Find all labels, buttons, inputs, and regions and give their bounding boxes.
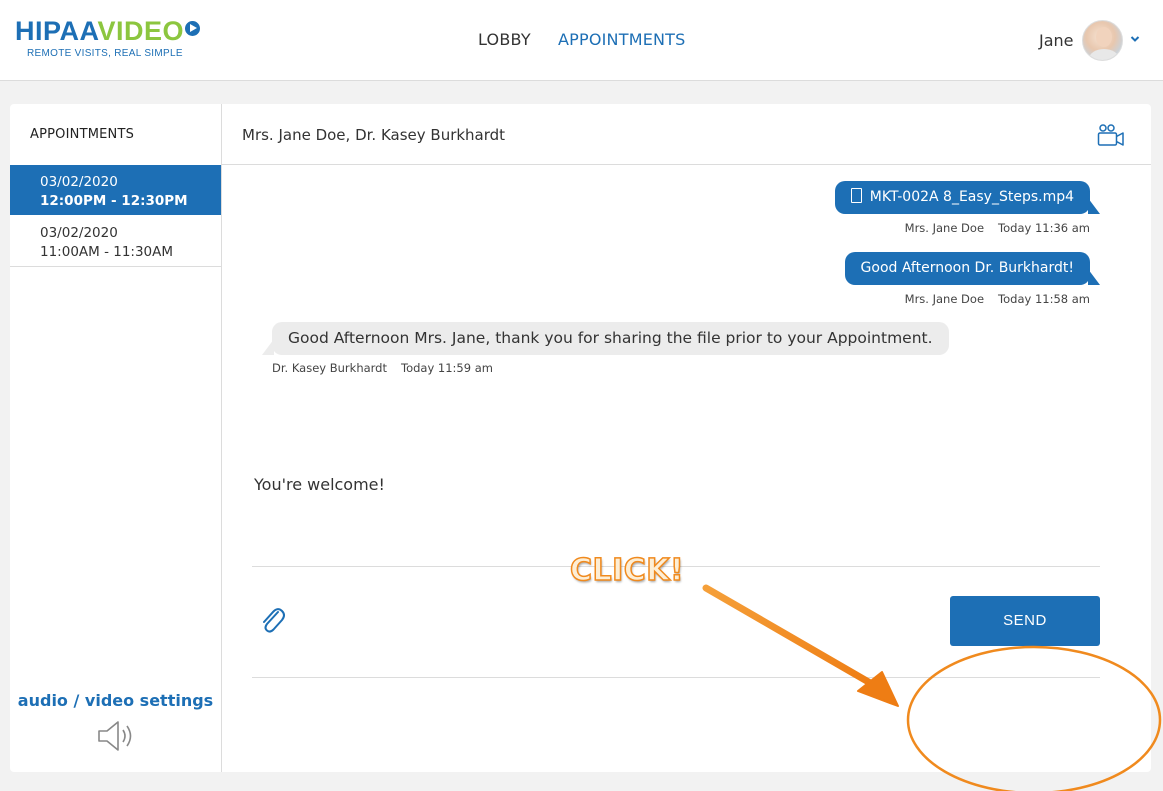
message-sender: Dr. Kasey Burkhardt bbox=[272, 361, 387, 375]
appointment-date: 03/02/2020 bbox=[40, 174, 118, 190]
appointment-time: 11:00AM - 11:30AM bbox=[40, 244, 174, 260]
message-time: Today 11:59 am bbox=[401, 361, 493, 375]
message-time: Today 11:36 am bbox=[998, 221, 1090, 235]
speaker-icon[interactable] bbox=[96, 718, 136, 754]
send-button[interactable]: SEND bbox=[950, 596, 1100, 646]
message-meta: Dr. Kasey Burkhardt Today 11:59 am bbox=[272, 361, 493, 375]
file-icon bbox=[850, 188, 862, 203]
avatar[interactable] bbox=[1082, 20, 1123, 61]
message-text: Good Afternoon Mrs. Jane, thank you for … bbox=[288, 329, 933, 347]
video-call-icon[interactable] bbox=[1097, 123, 1125, 147]
hipaa-video-logo[interactable]: HIPAAVIDEO REMOTE VISITS, REAL SIMPLE bbox=[15, 16, 201, 64]
appointments-sidebar: APPOINTMENTS 03/02/2020 12:00PM - 12:30P… bbox=[10, 104, 222, 772]
user-name[interactable]: Jane bbox=[1039, 31, 1074, 50]
logo-play-icon bbox=[185, 21, 201, 36]
message-time: Today 11:58 am bbox=[998, 292, 1090, 306]
message-input[interactable]: You're welcome! bbox=[254, 475, 385, 494]
message-bubble-outgoing: Good Afternoon Dr. Burkhardt! bbox=[844, 252, 1101, 285]
appointment-date: 03/02/2020 bbox=[40, 225, 118, 241]
logo-tagline: REMOTE VISITS, REAL SIMPLE bbox=[27, 48, 183, 59]
top-bar: HIPAAVIDEO REMOTE VISITS, REAL SIMPLE LO… bbox=[0, 0, 1163, 81]
chat-header: Mrs. Jane Doe, Dr. Kasey Burkhardt bbox=[222, 104, 1151, 165]
message-meta: Mrs. Jane Doe Today 11:58 am bbox=[905, 292, 1090, 306]
message-bubble-incoming: Good Afternoon Mrs. Jane, thank you for … bbox=[262, 322, 949, 355]
message-sender: Mrs. Jane Doe bbox=[904, 221, 985, 235]
message-sender: Mrs. Jane Doe bbox=[904, 292, 985, 306]
composer-bottom-divider bbox=[252, 677, 1100, 678]
logo-wordmark: HIPAAVIDEO bbox=[15, 16, 201, 46]
paperclip-icon[interactable] bbox=[258, 604, 286, 634]
appointment-item[interactable]: 03/02/2020 11:00AM - 11:30AM bbox=[10, 216, 221, 267]
nav-lobby[interactable]: LOBBY bbox=[478, 30, 531, 49]
nav-appointments[interactable]: APPOINTMENTS bbox=[558, 30, 686, 49]
file-name: MKT-002A 8_Easy_Steps.mp4 bbox=[869, 189, 1074, 205]
appointment-item-selected[interactable]: 03/02/2020 12:00PM - 12:30PM bbox=[10, 165, 221, 215]
message-text: Good Afternoon Dr. Burkhardt! bbox=[860, 260, 1074, 276]
sidebar-title: APPOINTMENTS bbox=[30, 127, 135, 142]
message-meta: Mrs. Jane Doe Today 11:36 am bbox=[905, 221, 1090, 235]
audio-video-settings-link[interactable]: audio / video settings bbox=[10, 691, 221, 710]
chat-title: Mrs. Jane Doe, Dr. Kasey Burkhardt bbox=[242, 126, 506, 144]
chevron-down-icon[interactable] bbox=[1130, 34, 1140, 44]
appointment-time: 12:00PM - 12:30PM bbox=[40, 193, 188, 209]
click-annotation-label: CLICK! bbox=[569, 552, 685, 589]
message-bubble-file[interactable]: MKT-002A 8_Easy_Steps.mp4 bbox=[834, 181, 1101, 214]
